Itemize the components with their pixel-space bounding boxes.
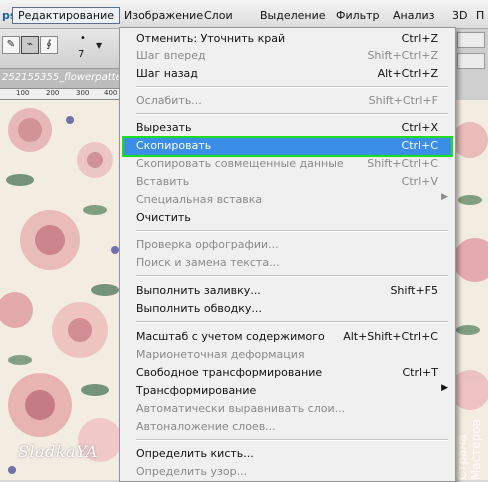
panel-button[interactable] [457, 32, 485, 48]
panel-button[interactable] [457, 53, 485, 69]
document-tab[interactable]: 252155355_flowerpatter [0, 69, 120, 89]
menu-item-label: Скопировать совмещенные данные [136, 157, 344, 170]
menu-item-paste[interactable]: Вставить Ctrl+V [136, 173, 452, 191]
menu-select[interactable]: Выделение [260, 9, 326, 22]
menu-item-fade[interactable]: Ослабить... Shift+Ctrl+F [136, 92, 452, 110]
menu-item-label: Поиск и замена текста... [136, 256, 280, 269]
right-panel-strip [455, 29, 488, 100]
menu-item-label: Вставить [136, 175, 190, 188]
brush-dot-icon: • [80, 33, 86, 44]
ruler-tick: 400 [104, 89, 118, 97]
menu-item-paste-special[interactable]: Специальная вставка ▶ [136, 191, 452, 209]
menu-item-label: Свободное трансформирование [136, 366, 323, 379]
menu-item-label: Очистить [136, 211, 191, 224]
menu-item-shortcut: Ctrl+V [401, 175, 438, 188]
ruler-tick: 200 [46, 89, 60, 97]
menu-item-label: Шаг назад [136, 67, 198, 80]
menu-3d[interactable]: 3D [452, 9, 467, 22]
menu-item-fill[interactable]: Выполнить заливку... Shift+F5 [136, 282, 452, 300]
menu-separator [136, 275, 448, 277]
menu-item-puppet-warp[interactable]: Марионеточная деформация [136, 346, 452, 364]
menu-item-copy[interactable]: Скопировать Ctrl+C [136, 137, 452, 155]
menu-item-label: Определить кисть... [136, 447, 254, 460]
menu-item-shortcut: Shift+Ctrl+Z [367, 49, 438, 62]
menu-image[interactable]: Изображение [124, 9, 203, 22]
chevron-down-icon[interactable]: ▼ [96, 41, 102, 50]
menu-item-label: Выполнить обводку... [136, 302, 262, 315]
menu-item-shortcut: Ctrl+T [402, 366, 438, 379]
edit-menu-dropdown: Отменить: Уточнить край Ctrl+Z Шаг впере… [119, 27, 456, 482]
menu-analysis[interactable]: Анализ [393, 9, 435, 22]
horizontal-ruler: 100 200 300 400 [0, 89, 120, 100]
menu-item-shortcut: Alt+Shift+Ctrl+C [343, 330, 438, 343]
brush-size-value: 7 [78, 49, 85, 60]
ruler-tick: 100 [16, 89, 30, 97]
menu-item-label: Трансформирование [136, 384, 257, 397]
menu-item-shortcut: Shift+F5 [390, 284, 438, 297]
menu-item-stroke[interactable]: Выполнить обводку... [136, 300, 452, 318]
menu-item-shortcut: Ctrl+C [401, 139, 438, 152]
menu-item-label: Отменить: Уточнить край [136, 32, 286, 45]
menu-item-label: Автоматически выравнивать слои... [136, 402, 346, 415]
menu-gutter [120, 28, 132, 481]
menu-item-label: Выполнить заливку... [136, 284, 261, 297]
menu-item-label: Автоналожение слоев... [136, 420, 276, 433]
menu-item-free-transform[interactable]: Свободное трансформирование Ctrl+T [136, 364, 452, 382]
menu-item-clear[interactable]: Очистить [136, 209, 452, 227]
menu-item-copy-merged[interactable]: Скопировать совмещенные данные Shift+Ctr… [136, 155, 452, 173]
menu-separator [136, 230, 448, 232]
menu-separator [136, 439, 448, 441]
menu-item-shortcut: Alt+Ctrl+Z [377, 67, 438, 80]
menu-separator [136, 321, 448, 323]
ruler-tick: 300 [76, 89, 90, 97]
menu-separator [136, 86, 448, 88]
options-bar: ✎ ⌁ ∮ • 7 ▼ [0, 29, 120, 69]
menu-item-content-aware-scale[interactable]: Масштаб с учетом содержимого Alt+Shift+C… [136, 328, 452, 346]
document-title: 252155355_flowerpatter [2, 72, 120, 83]
menu-item-shortcut: Ctrl+X [401, 121, 438, 134]
menu-item-undo[interactable]: Отменить: Уточнить край Ctrl+Z [136, 30, 452, 48]
menu-item-label: Специальная вставка [136, 193, 263, 206]
menu-item-spell-check[interactable]: Проверка орфографии... [136, 236, 452, 254]
menu-item-auto-align-layers[interactable]: Автоматически выравнивать слои... [136, 400, 452, 418]
menu-item-label: Масштаб с учетом содержимого [136, 330, 325, 343]
menu-item-transform[interactable]: Трансформирование ▶ [136, 382, 452, 400]
menu-item-step-back[interactable]: Шаг назад Alt+Ctrl+Z [136, 65, 452, 83]
menu-item-define-pattern[interactable]: Определить узор... [136, 463, 452, 481]
brush-tool-icon[interactable]: ∮ [40, 36, 58, 54]
menu-item-shortcut: Shift+Ctrl+F [368, 94, 438, 107]
menu-item-shortcut: Ctrl+Z [401, 32, 438, 45]
menu-item-cut[interactable]: Вырезать Ctrl+X [136, 119, 452, 137]
menu-item-label: Шаг вперед [136, 49, 206, 62]
chevron-right-icon: ▶ [441, 192, 448, 202]
menu-edit[interactable]: Редактирование [12, 7, 120, 24]
watermark: Страна Мастеров [455, 419, 483, 480]
menu-item-step-forward[interactable]: Шаг вперед Shift+Ctrl+Z [136, 47, 452, 65]
menu-separator [136, 113, 448, 115]
menu-item-label: Скопировать [136, 139, 212, 152]
menu-item-label: Марионеточная деформация [136, 348, 305, 361]
menu-item-label: Вырезать [136, 121, 192, 134]
menu-filter[interactable]: Фильтр [336, 9, 380, 22]
chevron-right-icon: ▶ [441, 383, 448, 393]
brush-preset-icon[interactable]: ✎ [2, 36, 20, 54]
menu-item-find-replace[interactable]: Поиск и замена текста... [136, 254, 452, 272]
menu-item-label: Определить узор... [136, 465, 248, 478]
menu-item-label: Ослабить... [136, 94, 202, 107]
menu-layers[interactable]: Слои [204, 9, 233, 22]
menubar: ps Редактирование Изображение Слои Выдел… [0, 0, 488, 29]
signature: SladkaYA [18, 442, 98, 461]
menu-item-define-brush[interactable]: Определить кисть... [136, 445, 452, 463]
menu-item-label: Проверка орфографии... [136, 238, 279, 251]
menu-item-shortcut: Shift+Ctrl+C [367, 157, 438, 170]
menu-item-auto-blend-layers[interactable]: Автоналожение слоев... [136, 418, 452, 436]
menu-view[interactable]: П [476, 9, 484, 22]
brush-mode-icon[interactable]: ⌁ [21, 36, 39, 54]
